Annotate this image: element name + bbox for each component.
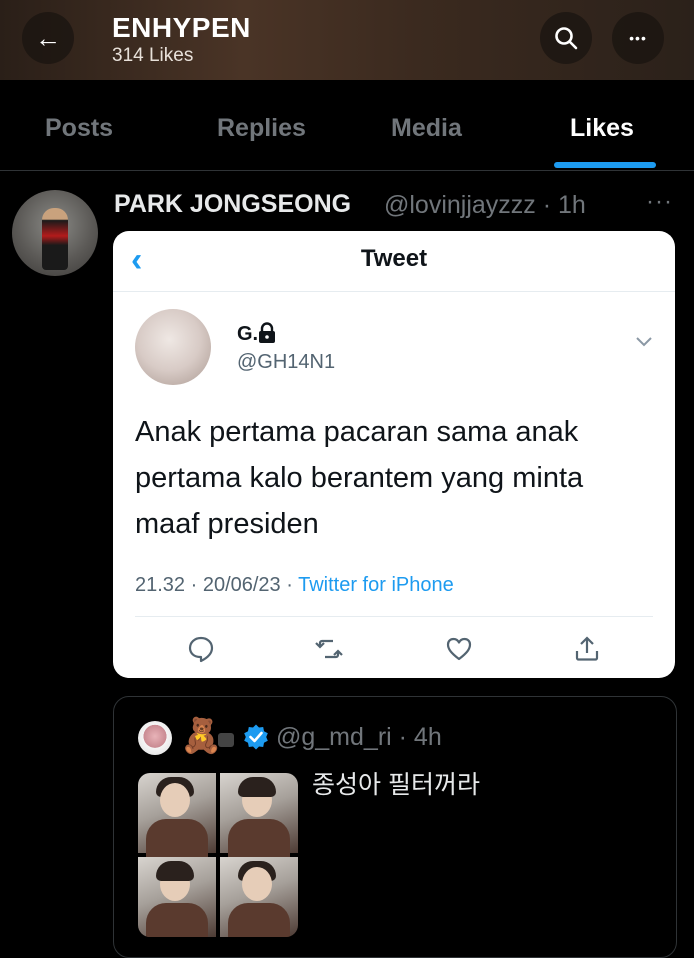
- post-image[interactable]: ‹ Tweet G. @GH14N1 Anak pertama pacaran …: [113, 231, 675, 678]
- profile-tabs: Posts Replies Media Likes: [0, 80, 694, 171]
- back-button[interactable]: ←: [22, 12, 74, 64]
- tab-replies[interactable]: Replies: [217, 114, 306, 143]
- heart-icon: [446, 637, 472, 661]
- quoted-photo[interactable]: [220, 773, 298, 859]
- divider: [135, 616, 653, 617]
- search-button[interactable]: [540, 12, 592, 64]
- lock-icon: [259, 322, 275, 343]
- author-avatar[interactable]: [12, 190, 98, 276]
- embedded-avatar: [135, 309, 211, 385]
- retweet-icon: [315, 639, 343, 659]
- quoted-mini-icon: [218, 733, 234, 747]
- embedded-name: G.: [237, 323, 259, 345]
- quoted-avatar: [138, 721, 172, 755]
- tab-likes[interactable]: Likes: [570, 114, 634, 143]
- quoted-text: 종성아 필터꺼라: [312, 771, 480, 799]
- teddy-bear-emoji: 🧸: [180, 717, 223, 755]
- author-name[interactable]: PARK JONGSEONG: [114, 190, 351, 219]
- embedded-source: Twitter for iPhone: [298, 574, 454, 596]
- embedded-topbar: ‹ Tweet: [113, 231, 675, 292]
- chevron-down-icon: [636, 337, 652, 347]
- quoted-handle-time: @g_md_ri · 4h: [276, 723, 442, 751]
- share-icon: [575, 636, 599, 661]
- quoted-photo[interactable]: [138, 857, 216, 937]
- quoted-photo[interactable]: [220, 857, 298, 937]
- active-tab-indicator: [554, 162, 656, 168]
- more-button[interactable]: •••: [612, 12, 664, 64]
- quoted-photo[interactable]: [138, 773, 216, 859]
- likes-count: 314 Likes: [112, 45, 194, 66]
- embedded-tweet-text: Anak pertama pacaran sama anak pertama k…: [135, 416, 584, 540]
- quoted-photo-grid[interactable]: [138, 773, 298, 937]
- quoted-tweet[interactable]: 🧸 @g_md_ri · 4h 종성아 필터꺼라: [113, 696, 677, 958]
- reply-icon: [188, 636, 214, 663]
- author-handle-time: @lovinjjayzzz · 1h: [384, 191, 586, 219]
- verified-badge-icon: [244, 724, 268, 750]
- search-icon: [555, 27, 578, 50]
- tab-media[interactable]: Media: [391, 114, 462, 143]
- tab-posts[interactable]: Posts: [45, 114, 113, 143]
- embedded-screen-title: Tweet: [360, 245, 428, 272]
- embedded-meta: 21.32 · 20/06/23 · Twitter for iPhone: [135, 574, 454, 597]
- profile-title: ENHYPEN: [112, 12, 251, 43]
- profile-header: ← ENHYPEN 314 Likes •••: [0, 0, 694, 80]
- more-dots-icon: •••: [629, 30, 647, 46]
- embedded-handle: @GH14N1: [237, 351, 336, 373]
- arrow-left-icon: ←: [35, 22, 61, 53]
- embedded-time-date: 21.32 · 20/06/23 ·: [135, 574, 299, 596]
- post-more-button[interactable]: ···: [646, 188, 673, 216]
